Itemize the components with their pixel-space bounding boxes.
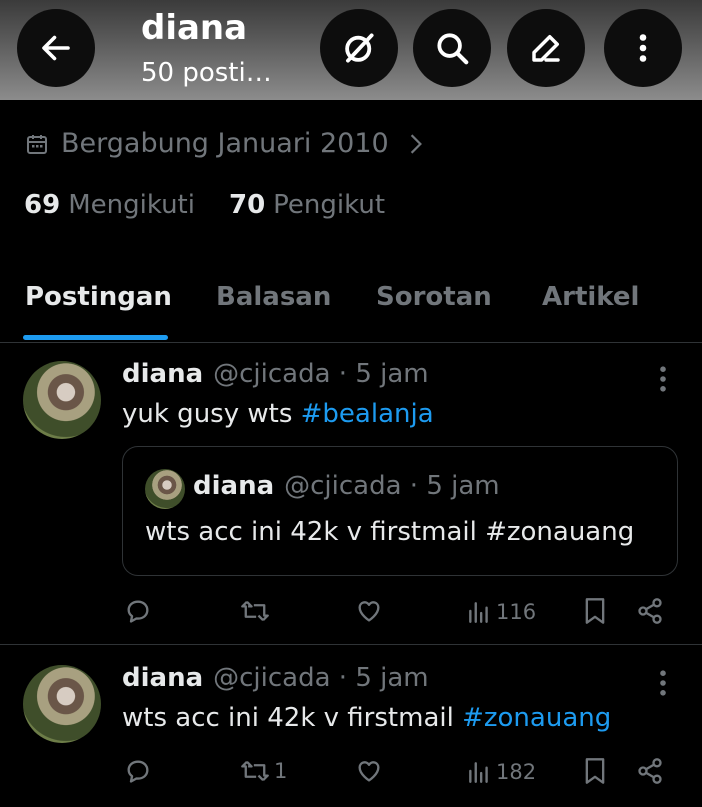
quote-header: diana @cjicada · 5 jam [193, 471, 500, 501]
joined-date[interactable]: Bergabung Januari 2010 [25, 128, 425, 159]
more-vertical-icon [639, 34, 647, 62]
more-button[interactable] [604, 9, 682, 87]
more-vertical-icon[interactable] [658, 669, 668, 697]
tab-postingan[interactable]: Postingan [25, 282, 172, 312]
hashtag-link[interactable]: #zonauang [462, 703, 611, 733]
author-handle-time: @cjicada · 5 jam [213, 359, 429, 389]
grok-button[interactable] [320, 9, 398, 87]
reply-button[interactable] [124, 597, 152, 625]
quote-handle-time: @cjicada · 5 jam [284, 471, 500, 501]
profile-name: diana [141, 8, 248, 48]
repost-button[interactable]: 1 [240, 757, 287, 785]
grok-icon [345, 33, 374, 63]
bookmark-icon [585, 598, 605, 624]
views-count: 182 [496, 760, 537, 784]
views-count: 116 [496, 600, 537, 624]
share-icon [638, 758, 662, 784]
reply-icon [127, 760, 149, 783]
tab-sorotan[interactable]: Sorotan [376, 282, 492, 312]
top-bar: diana 50 posti… [0, 0, 702, 100]
bookmark-button[interactable] [582, 597, 608, 625]
avatar[interactable] [23, 665, 101, 743]
quote-avatar [145, 469, 185, 509]
share-button[interactable] [636, 597, 664, 625]
quote-author-name: diana [193, 471, 275, 501]
author-name[interactable]: diana [122, 359, 203, 389]
post[interactable]: diana @cjicada · 5 jam wts acc ini 42k v … [0, 645, 702, 807]
reply-icon [127, 600, 149, 623]
profile-tabs: Postingan Balasan Sorotan Artikel [0, 270, 702, 343]
tab-artikel[interactable]: Artikel [542, 282, 639, 312]
avatar[interactable] [23, 361, 101, 439]
repost-button[interactable] [240, 597, 274, 625]
search-button[interactable] [413, 9, 491, 87]
bookmark-icon [585, 758, 605, 784]
active-tab-indicator [23, 335, 168, 340]
repost-count: 1 [274, 759, 288, 783]
like-button[interactable] [355, 597, 383, 625]
following-label: Mengikuti [68, 190, 195, 220]
post-header: diana @cjicada · 5 jam [122, 663, 429, 693]
share-icon [638, 598, 662, 624]
following-count: 69 [24, 190, 61, 220]
back-arrow-icon [42, 35, 70, 61]
post-body: wts acc ini 42k v firstmail [122, 703, 463, 733]
quote-text: wts acc ini 42k v firstmail #zonauang [145, 517, 635, 547]
back-button[interactable] [17, 9, 95, 87]
tab-balasan[interactable]: Balasan [216, 282, 331, 312]
follow-stats: 69 Mengikuti 70 Pengikut [24, 190, 385, 220]
followers-link[interactable]: 70 Pengikut [229, 190, 385, 220]
views-button[interactable]: 116 [466, 599, 536, 625]
author-handle-time: @cjicada · 5 jam [213, 663, 429, 693]
edit-button[interactable] [507, 9, 585, 87]
search-icon [437, 33, 469, 65]
views-button[interactable]: 182 [466, 759, 536, 785]
following-link[interactable]: 69 Mengikuti [24, 190, 195, 220]
calendar-icon [27, 134, 47, 154]
heart-icon [358, 601, 380, 622]
views-chart-icon [469, 762, 488, 783]
post-header: diana @cjicada · 5 jam [122, 359, 429, 389]
author-name[interactable]: diana [122, 663, 203, 693]
reply-button[interactable] [124, 757, 152, 785]
joined-text: Bergabung Januari 2010 [61, 128, 389, 159]
more-vertical-icon[interactable] [658, 365, 668, 393]
post-text: yuk gusy wts #bealanja [122, 399, 434, 429]
quoted-post[interactable]: diana @cjicada · 5 jam wts acc ini 42k v … [122, 446, 678, 576]
post-text: wts acc ini 42k v firstmail #zonauang [122, 703, 611, 733]
heart-icon [358, 761, 380, 782]
repost-icon [241, 760, 269, 782]
repost-icon [241, 600, 269, 622]
share-button[interactable] [636, 757, 664, 785]
hashtag-link[interactable]: #bealanja [301, 399, 434, 429]
chevron-right-icon [410, 133, 422, 154]
bookmark-button[interactable] [582, 757, 608, 785]
followers-count: 70 [228, 190, 266, 220]
edit-icon [532, 35, 560, 62]
post[interactable]: diana @cjicada · 5 jam yuk gusy wts #beal… [0, 343, 702, 645]
views-chart-icon [469, 602, 488, 623]
followers-label: Pengikut [273, 190, 386, 220]
post-count: 50 posti… [141, 58, 272, 88]
like-button[interactable] [355, 757, 383, 785]
post-body: yuk gusy wts [122, 399, 301, 429]
